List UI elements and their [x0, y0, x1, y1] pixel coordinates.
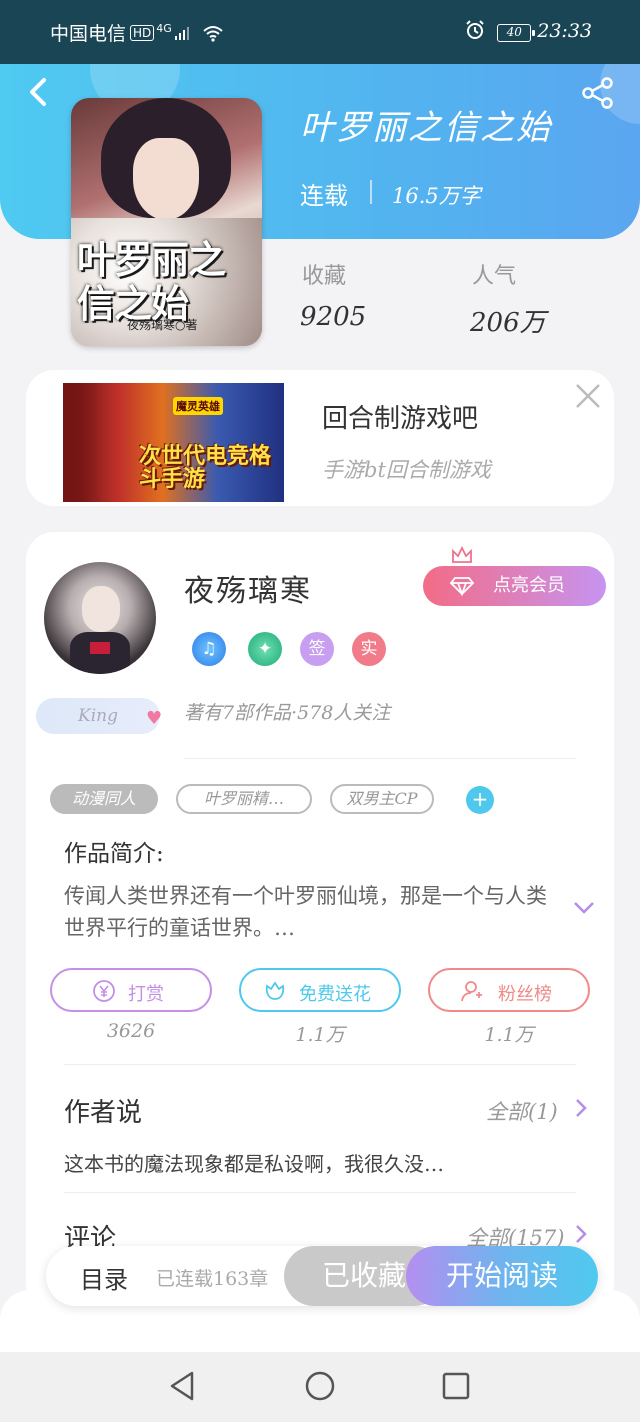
- system-nav-bar: [0, 1352, 640, 1422]
- author-says-all-link[interactable]: 全部(1): [486, 1096, 558, 1126]
- chapter-count[interactable]: 已连载163章: [156, 1264, 268, 1291]
- ad-card[interactable]: 魔灵英雄 次世代电竞格斗手游 回合制游戏吧 手游bt回合制游戏: [26, 370, 614, 506]
- fan-ranking-button[interactable]: 粉丝榜: [428, 968, 590, 1012]
- clock: 23:33: [537, 20, 592, 42]
- send-flower-label: 免费送花: [299, 984, 371, 1005]
- tag[interactable]: 叶罗丽精…: [176, 784, 312, 814]
- word-count: 16.5万字: [392, 184, 481, 208]
- king-badge: King: [36, 698, 160, 734]
- avatar[interactable]: [44, 562, 156, 674]
- divider: [184, 758, 576, 759]
- music-badge-icon[interactable]: ♫: [192, 632, 226, 666]
- nav-recent-icon[interactable]: [442, 1372, 470, 1400]
- chevron-down-icon[interactable]: [572, 900, 596, 916]
- ad-image-badge: 魔灵英雄: [173, 397, 223, 415]
- fan-ranking-label: 粉丝榜: [498, 984, 552, 1005]
- intro-title: 作品简介:: [64, 841, 164, 867]
- ad-image[interactable]: 魔灵英雄 次世代电竞格斗手游: [63, 383, 284, 502]
- handshake-badge-icon[interactable]: ✦: [248, 632, 282, 666]
- bottom-action-bar: 目录 已连载163章 已收藏 开始阅读: [46, 1246, 598, 1306]
- carrier-name: 中国电信: [50, 23, 127, 45]
- wifi-icon: [203, 26, 223, 42]
- ad-image-edge: [63, 383, 103, 502]
- back-icon[interactable]: [24, 76, 52, 108]
- ad-title[interactable]: 回合制游戏吧: [322, 398, 478, 435]
- start-reading-button[interactable]: 开始阅读: [406, 1246, 598, 1306]
- intro-text[interactable]: 传闻人类世界还有一个叶罗丽仙境，那是一个与人类世界平行的童话世界。…: [64, 880, 564, 944]
- nav-home-icon[interactable]: [304, 1370, 336, 1402]
- flower-count: 1.1万: [295, 1024, 345, 1046]
- ad-subtitle: 手游bt回合制游戏: [322, 458, 491, 482]
- diamond-icon: [449, 577, 475, 596]
- cover-art: [133, 138, 199, 220]
- carrier-info: 中国电信 HD 4G: [50, 19, 224, 46]
- divider: [370, 180, 372, 204]
- flower-icon: [265, 981, 285, 1000]
- book-title: 叶罗丽之信之始: [300, 108, 552, 148]
- cover-title: 叶罗丽之信之始: [77, 237, 226, 326]
- battery-icon: 40: [497, 24, 536, 42]
- tip-label: 打赏: [128, 984, 164, 1005]
- toc-button[interactable]: 目录: [80, 1260, 128, 1295]
- add-tag-button[interactable]: +: [466, 786, 494, 814]
- tip-button[interactable]: 打赏: [50, 968, 212, 1012]
- author-card: King ♥ 夜殇璃寒 点亮会员 ♫ ✦ 签 实 著有7部作品·578人关注 动…: [26, 532, 614, 1312]
- yen-icon: [93, 980, 115, 1002]
- divider: [64, 1192, 576, 1193]
- send-flower-button[interactable]: 免费送花: [239, 968, 401, 1012]
- cover-author: 夜殇璃寒○著: [127, 318, 198, 332]
- favorites-value: 9205: [300, 302, 367, 332]
- popularity-label: 人气: [472, 264, 517, 289]
- ad-image-text: 次世代电竞格斗手游: [139, 444, 272, 492]
- tag[interactable]: 双男主CP: [330, 784, 434, 814]
- crown-icon: [452, 546, 472, 563]
- status-bar: 中国电信 HD 4G 40 23:33: [0, 0, 640, 64]
- avatar-art: [90, 642, 110, 654]
- vip-button[interactable]: 点亮会员: [423, 566, 606, 606]
- favorites-label: 收藏: [302, 264, 347, 289]
- author-says-title: 作者说: [64, 1098, 143, 1128]
- book-status: 连载: [300, 182, 348, 210]
- popularity-value: 206万: [470, 308, 546, 338]
- user-icon: [461, 981, 482, 1002]
- book-cover[interactable]: 叶罗丽之信之始 夜殇璃寒○著: [71, 98, 262, 346]
- avatar-art: [82, 586, 120, 632]
- fan-count: 1.1万: [484, 1024, 534, 1046]
- tip-count: 3626: [106, 1020, 156, 1042]
- signed-badge[interactable]: 签: [300, 632, 334, 666]
- hd-icon: HD: [130, 25, 155, 41]
- status-right: 40 23:33: [465, 20, 592, 42]
- divider: [64, 1064, 576, 1065]
- chevron-right-icon[interactable]: [574, 1224, 588, 1244]
- author-meta: 著有7部作品·578人关注: [184, 702, 391, 724]
- heart-icon: ♥: [146, 708, 163, 729]
- author-says-content[interactable]: 这本书的魔法现象都是私设啊，我很久没…: [64, 1148, 444, 1177]
- chevron-right-icon[interactable]: [574, 1098, 588, 1118]
- close-icon[interactable]: [574, 382, 602, 410]
- nav-back-icon[interactable]: [168, 1370, 198, 1402]
- alarm-icon: [466, 20, 484, 39]
- signal-icon: [174, 27, 189, 40]
- tag[interactable]: 动漫同人: [50, 784, 158, 814]
- vip-button-label: 点亮会员: [493, 575, 565, 596]
- author-name[interactable]: 夜殇璃寒: [184, 566, 312, 610]
- share-icon[interactable]: [580, 76, 616, 110]
- verified-badge[interactable]: 实: [352, 632, 386, 666]
- network-type: 4G: [156, 22, 172, 35]
